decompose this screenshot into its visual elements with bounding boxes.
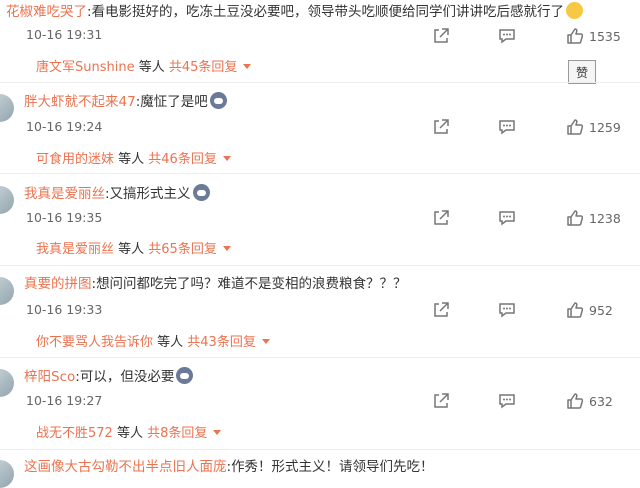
reply-total[interactable]: 共45条回复 <box>169 60 238 75</box>
like-icon <box>567 119 584 135</box>
comment-actions: 632 <box>380 391 640 411</box>
comment-time: 10-16 19:31 <box>26 27 103 42</box>
share-button[interactable] <box>432 208 450 228</box>
share-icon <box>434 119 449 134</box>
reply-summary[interactable]: 唐文军Sunshine 等人 共45条回复 <box>36 56 252 75</box>
comment-text: 想问问都吃完了吗？难道不是变相的浪费粮食？？？ <box>96 276 407 292</box>
like-count: 1238 <box>589 210 621 226</box>
share-icon <box>434 393 449 408</box>
smile-emoji-icon <box>566 2 584 19</box>
dog-emoji-icon <box>209 92 227 109</box>
like-button[interactable]: 952 <box>566 300 613 320</box>
comment-text: 看电影挺好的，吃冻土豆没必要吧，领导带头吃顺便给同学们讲讲吃后感就行了 <box>91 4 565 20</box>
comment-button[interactable] <box>498 117 516 137</box>
comment-button[interactable] <box>498 208 516 228</box>
comment-actions: 1259 <box>380 117 640 137</box>
reply-summary[interactable]: 你不要骂人我告诉你 等人 共43条回复 <box>36 331 270 350</box>
divider <box>0 265 640 266</box>
comment-time: 10-16 19:33 <box>26 302 103 317</box>
comment-button[interactable] <box>498 300 516 320</box>
like-count: 1535 <box>589 28 621 44</box>
chevron-down-icon[interactable] <box>213 430 222 435</box>
reply-total[interactable]: 共43条回复 <box>187 335 256 350</box>
like-button[interactable]: 1535 <box>566 26 621 46</box>
reply-total[interactable]: 共65条回复 <box>148 242 217 257</box>
like-button[interactable]: 1238 <box>566 208 621 228</box>
comment-username[interactable]: 梓阳Sco <box>24 369 75 385</box>
reply-mid-text: 等人 <box>112 426 148 441</box>
avatar[interactable] <box>0 277 14 305</box>
comment-username[interactable]: 真要的拼图 <box>24 276 92 292</box>
avatar[interactable] <box>0 460 14 488</box>
comment-icon <box>499 303 515 318</box>
divider <box>0 173 640 174</box>
comment-username[interactable]: 这画像大古勾勒不出半点旧人面庞 <box>24 459 227 475</box>
comment-text: 可以，但没必要 <box>79 369 175 385</box>
comment-icon <box>499 29 515 44</box>
comment-time: 10-16 19:24 <box>26 119 103 134</box>
like-tooltip: 赞 <box>568 60 596 84</box>
avatar[interactable] <box>0 186 14 214</box>
avatar[interactable] <box>0 94 14 122</box>
like-count: 632 <box>589 393 613 409</box>
comment-icon <box>499 394 515 409</box>
like-button[interactable]: 632 <box>566 391 613 411</box>
reply-mid-text: 等人 <box>153 335 188 350</box>
like-icon <box>567 393 584 409</box>
comment-text: 魔怔了是吧 <box>140 94 208 110</box>
reply-username[interactable]: 你不要骂人我告诉你 <box>36 335 153 350</box>
reply-username[interactable]: 唐文军Sunshine <box>36 60 135 75</box>
comment-time: 10-16 19:27 <box>26 393 103 408</box>
like-icon <box>567 28 584 44</box>
dog-emoji-icon <box>176 367 194 384</box>
like-icon <box>567 210 584 226</box>
like-count: 952 <box>589 302 613 318</box>
reply-total[interactable]: 共8条回复 <box>147 426 207 441</box>
comment-time: 10-16 19:35 <box>26 210 103 225</box>
comment-username[interactable]: 我真是爱丽丝 <box>24 186 105 202</box>
share-icon <box>434 28 449 43</box>
comment-actions: 1535 <box>380 26 640 46</box>
comment-button[interactable] <box>498 391 516 411</box>
comment-text: 又搞形式主义 <box>109 186 191 202</box>
divider <box>0 357 640 358</box>
dog-emoji-icon <box>192 184 210 201</box>
like-count: 1259 <box>589 119 621 135</box>
share-button[interactable] <box>432 391 450 411</box>
comment-button[interactable] <box>498 26 516 46</box>
comment-icon <box>499 120 515 135</box>
like-icon <box>567 302 584 318</box>
comment-icon <box>499 211 515 226</box>
reply-total[interactable]: 共46条回复 <box>148 152 217 167</box>
share-button[interactable] <box>432 117 450 137</box>
share-icon <box>434 302 449 317</box>
chevron-down-icon[interactable] <box>243 64 252 69</box>
reply-mid-text: 等人 <box>114 152 149 167</box>
reply-username[interactable]: 战无不胜572 <box>36 426 113 441</box>
comment-username[interactable]: 胖大虾就不起来47 <box>24 94 136 110</box>
reply-summary[interactable]: 战无不胜572 等人 共8条回复 <box>36 422 222 441</box>
chevron-down-icon[interactable] <box>222 246 231 251</box>
share-button[interactable] <box>432 300 450 320</box>
reply-mid-text: 等人 <box>134 60 169 75</box>
reply-summary[interactable]: 我真是爱丽丝 等人 共65条回复 <box>36 238 231 257</box>
avatar[interactable] <box>0 369 14 397</box>
like-button[interactable]: 1259 <box>566 117 621 137</box>
comment-actions: 1238 <box>380 208 640 228</box>
share-button[interactable] <box>432 26 450 46</box>
reply-username[interactable]: 我真是爱丽丝 <box>36 242 114 257</box>
comment-username[interactable]: 花椒难吃哭了 <box>6 4 87 20</box>
reply-mid-text: 等人 <box>114 242 149 257</box>
reply-username[interactable]: 可食用的迷妹 <box>36 152 114 167</box>
share-icon <box>434 210 449 225</box>
divider <box>0 449 640 450</box>
reply-summary[interactable]: 可食用的迷妹 等人 共46条回复 <box>36 148 231 167</box>
comment-text: 作秀！形式主义！请领导们先吃！ <box>231 459 434 475</box>
comment-actions: 952 <box>380 300 640 320</box>
chevron-down-icon[interactable] <box>222 156 231 161</box>
divider <box>0 82 640 83</box>
chevron-down-icon[interactable] <box>261 339 270 344</box>
